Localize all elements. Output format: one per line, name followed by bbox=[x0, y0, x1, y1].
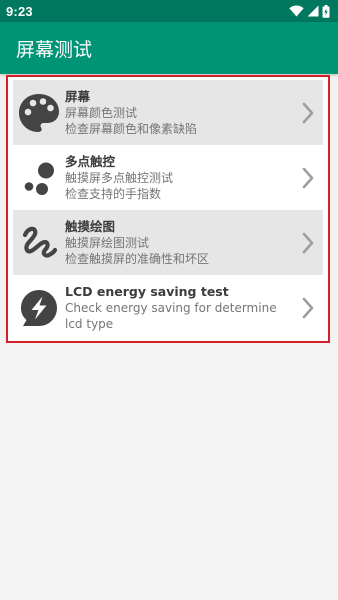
battery-icon bbox=[322, 4, 330, 18]
item-text: LCD energy saving test Check energy savi… bbox=[65, 283, 293, 332]
item-text: 屏幕 屏幕颜色测试 检查屏幕颜色和像素缺陷 bbox=[65, 88, 293, 137]
energy-bolt-icon bbox=[13, 275, 65, 340]
item-text: 多点触控 触摸屏多点触控测试 检查支持的手指数 bbox=[65, 153, 293, 202]
list-item-screen[interactable]: 屏幕 屏幕颜色测试 检查屏幕颜色和像素缺陷 bbox=[13, 80, 323, 145]
item-desc-line2: 检查屏幕颜色和像素缺陷 bbox=[65, 122, 198, 136]
item-desc-line1: 触摸屏多点触控测试 bbox=[65, 171, 174, 185]
chevron-right-icon bbox=[293, 210, 323, 275]
list-item-multitouch[interactable]: 多点触控 触摸屏多点触控测试 检查支持的手指数 bbox=[13, 145, 323, 210]
item-desc-line1: 屏幕颜色测试 bbox=[65, 106, 138, 120]
test-list: 屏幕 屏幕颜色测试 检查屏幕颜色和像素缺陷 多点触控 触摸屏多点触控测试 检查支… bbox=[6, 75, 330, 343]
item-title: 触摸绘图 bbox=[65, 219, 116, 234]
item-desc-line1: 触摸屏绘图测试 bbox=[65, 236, 150, 250]
item-desc-line2: 检查触摸屏的准确性和坏区 bbox=[65, 252, 210, 266]
page-title: 屏幕测试 bbox=[16, 38, 93, 61]
palette-icon bbox=[13, 80, 65, 145]
status-bar: 9:23 bbox=[0, 0, 338, 22]
chevron-right-icon bbox=[293, 275, 323, 340]
item-title: LCD energy saving test bbox=[65, 284, 229, 299]
system-icons bbox=[289, 4, 330, 18]
item-desc-line2: lcd type bbox=[65, 317, 114, 331]
item-desc-line1: Check energy saving for determine bbox=[65, 301, 277, 315]
item-desc-line2: 检查支持的手指数 bbox=[65, 187, 162, 201]
chevron-right-icon bbox=[293, 80, 323, 145]
list-item-touch-draw[interactable]: 触摸绘图 触摸屏绘图测试 检查触摸屏的准确性和坏区 bbox=[13, 210, 323, 275]
multitouch-dots-icon bbox=[13, 145, 65, 210]
chevron-right-icon bbox=[293, 145, 323, 210]
wifi-icon bbox=[289, 5, 304, 17]
cell-signal-icon bbox=[307, 5, 319, 17]
status-time: 9:23 bbox=[6, 3, 33, 19]
app-toolbar: 屏幕测试 bbox=[0, 22, 338, 74]
item-title: 多点触控 bbox=[65, 154, 116, 169]
item-text: 触摸绘图 触摸屏绘图测试 检查触摸屏的准确性和坏区 bbox=[65, 218, 293, 267]
list-item-lcd-energy[interactable]: LCD energy saving test Check energy savi… bbox=[13, 275, 323, 340]
scribble-icon bbox=[13, 210, 65, 275]
item-title: 屏幕 bbox=[65, 89, 91, 104]
